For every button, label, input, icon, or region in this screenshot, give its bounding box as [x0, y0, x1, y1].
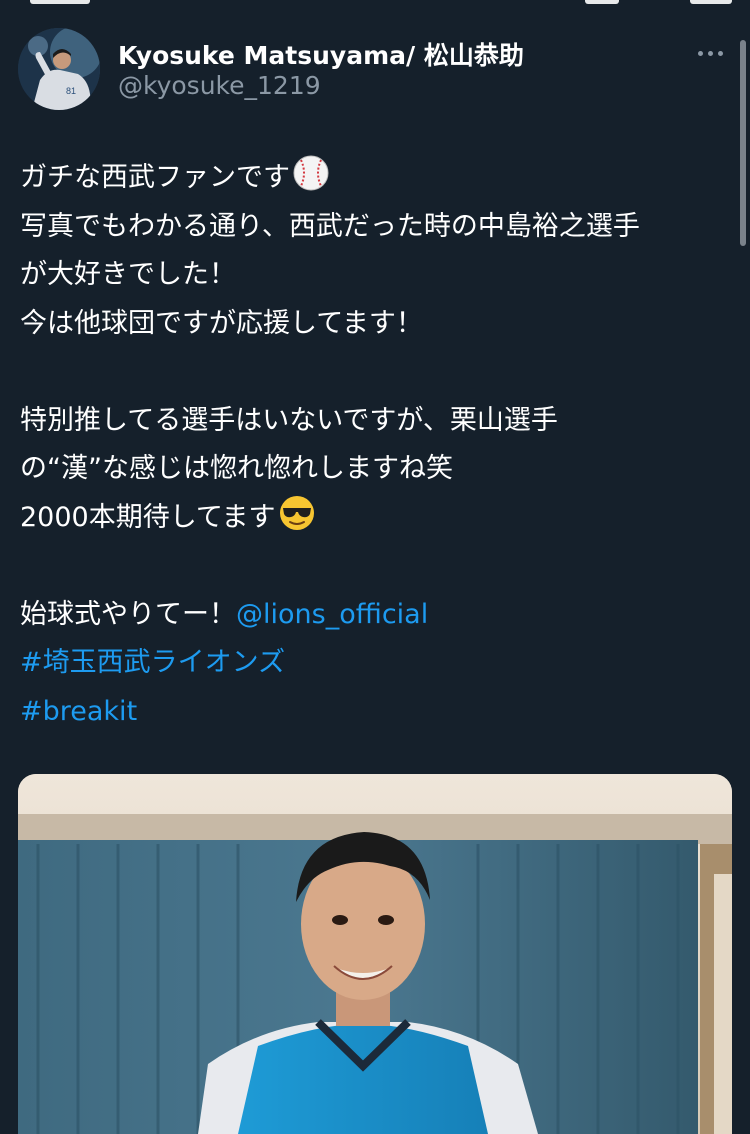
avatar[interactable]: 81	[18, 28, 100, 110]
photo-young-man-icon	[18, 774, 732, 1134]
mention-link[interactable]: @lions_official	[236, 599, 428, 630]
signal-icon	[585, 0, 619, 4]
tweet-line: ガチな西武ファンです	[20, 154, 720, 203]
tweet-line: 写真でもわかる通り、西武だった時の中島裕之選手	[20, 210, 640, 242]
tweet-line: 特別推してる選手はいないですが、栗山選手	[20, 404, 558, 436]
more-dot	[698, 50, 703, 56]
hashtag-link[interactable]: #埼玉西武ライオンズ	[20, 639, 720, 688]
tweet-line-text: ガチな西武ファンです	[20, 162, 290, 193]
tweet-line: 2000本期待してます	[20, 494, 720, 543]
author-display-name[interactable]: Kyosuke Matsuyama/ 松山恭助	[118, 36, 524, 72]
tweet-media-photo[interactable]	[18, 774, 732, 1134]
baseball-emoji-icon	[293, 155, 329, 191]
scrollbar[interactable]	[740, 40, 746, 246]
hashtag-link[interactable]: #breakit	[20, 688, 720, 737]
tweet-line-text: 2000本期待してます	[20, 501, 276, 533]
more-dot	[708, 50, 713, 56]
tweet-line: が大好きでした！	[20, 259, 236, 290]
status-bar	[0, 0, 750, 8]
battery-icon	[690, 0, 732, 4]
tweet-line: 今は他球団ですが応援してます！	[20, 307, 423, 339]
profile-photo-icon: 81	[18, 28, 100, 110]
sunglasses-emoji-icon	[279, 495, 314, 530]
status-time-glyph	[30, 0, 90, 4]
tweet-line: 始球式やりてー！@lions_official	[20, 591, 720, 640]
tweet-line: の“漢”な感じは惚れ惚れしますね笑	[20, 453, 453, 484]
more-dot	[718, 50, 723, 56]
svg-text:81: 81	[66, 86, 76, 96]
more-horizontal-icon[interactable]	[698, 48, 728, 58]
tweet-text: ガチな西武ファンです 写真でもわかる通り、西武だった時の中島裕之選手 が大好きで…	[20, 154, 720, 736]
tweet-line-text: 始球式やりてー！	[20, 598, 236, 630]
author-handle[interactable]: @kyosuke_1219	[118, 71, 321, 100]
